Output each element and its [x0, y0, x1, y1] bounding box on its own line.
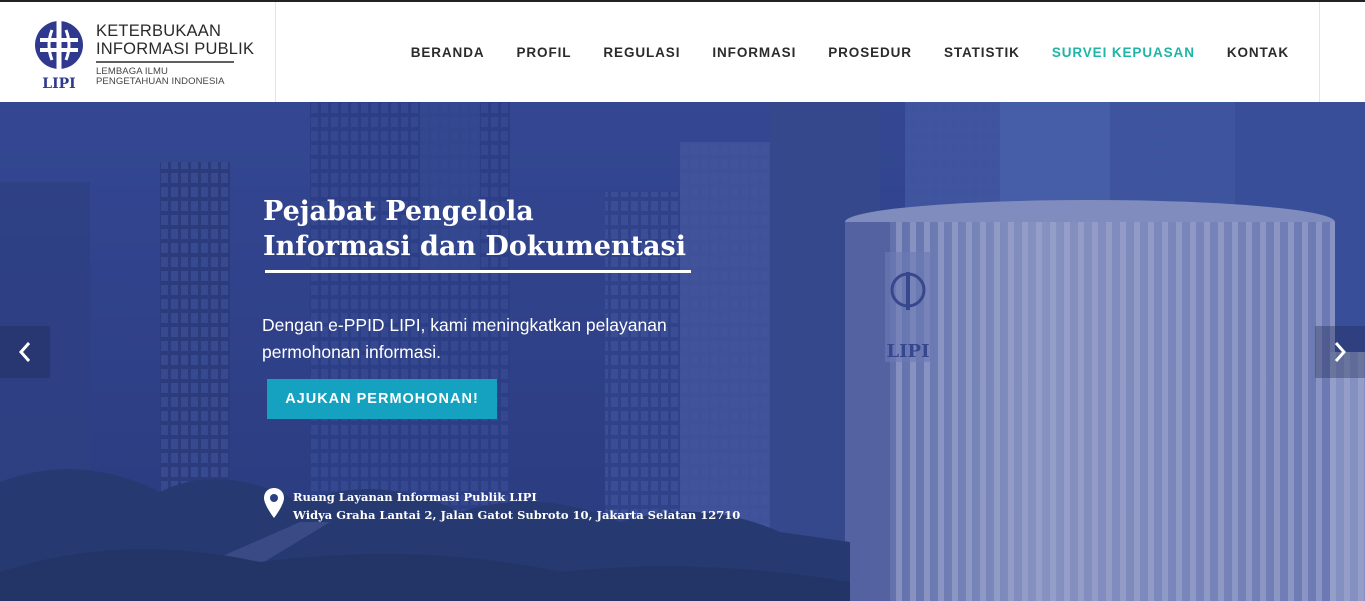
nav-item-prosedur[interactable]: PROSEDUR — [828, 45, 912, 60]
nav-item-regulasi[interactable]: REGULASI — [603, 45, 680, 60]
hero-description-line2: permohonan informasi. — [262, 342, 441, 362]
map-pin-icon — [264, 488, 284, 518]
slider-next-button[interactable] — [1315, 326, 1365, 378]
location-info: Ruang Layanan Informasi Publik LIPI Widy… — [293, 488, 740, 524]
hero-title-underline — [265, 270, 691, 273]
logo-divider — [96, 61, 234, 63]
nav-item-statistik[interactable]: STATISTIK — [944, 45, 1020, 60]
site-header: LIPI KETERBUKAAN INFORMASI PUBLIK LEMBAG… — [0, 0, 1365, 102]
logo-text: KETERBUKAAN INFORMASI PUBLIK LEMBAGA ILM… — [96, 22, 255, 87]
hero-description: Dengan e-PPID LIPI, kami meningkatkan pe… — [262, 312, 682, 366]
hero-title-line2: Informasi dan Dokumentasi — [263, 231, 686, 262]
logo-title-line2: INFORMASI PUBLIK — [96, 40, 255, 58]
location-address: Widya Graha Lantai 2, Jalan Gatot Subrot… — [293, 508, 741, 522]
main-nav: BERANDA PROFIL REGULASI INFORMASI PROSED… — [379, 2, 1289, 102]
hero-title: Pejabat Pengelola Informasi dan Dokument… — [263, 194, 743, 264]
lipi-emblem-icon: LIPI — [35, 21, 83, 92]
hero-description-line1: Dengan e-PPID LIPI, kami meningkatkan pe… — [262, 315, 667, 335]
nav-item-profil[interactable]: PROFIL — [517, 45, 572, 60]
header-divider — [1319, 2, 1320, 102]
slider-prev-button[interactable] — [0, 326, 50, 378]
nav-item-kontak[interactable]: KONTAK — [1227, 45, 1289, 60]
location-title: Ruang Layanan Informasi Publik LIPI — [293, 490, 537, 504]
nav-item-informasi[interactable]: INFORMASI — [712, 45, 796, 60]
hero-slider: LIPI Pejabat Pengelola Informasi dan Dok… — [0, 102, 1365, 601]
logo-subtitle-line2: PENGETAHUAN INDONESIA — [96, 76, 225, 87]
logo-title-line1: KETERBUKAAN — [96, 22, 222, 40]
nav-item-beranda[interactable]: BERANDA — [411, 45, 485, 60]
city-background-image: LIPI — [0, 102, 1365, 601]
chevron-left-icon — [18, 342, 31, 362]
emblem-label: LIPI — [42, 76, 75, 92]
logo[interactable]: LIPI KETERBUKAAN INFORMASI PUBLIK LEMBAG… — [0, 2, 276, 102]
nav-item-survei-kepuasan[interactable]: SURVEI KEPUASAN — [1052, 45, 1195, 60]
chevron-right-icon — [1334, 342, 1347, 362]
ajukan-permohonan-button[interactable]: AJUKAN PERMOHONAN! — [267, 379, 497, 419]
hero-title-line1: Pejabat Pengelola — [263, 196, 534, 227]
